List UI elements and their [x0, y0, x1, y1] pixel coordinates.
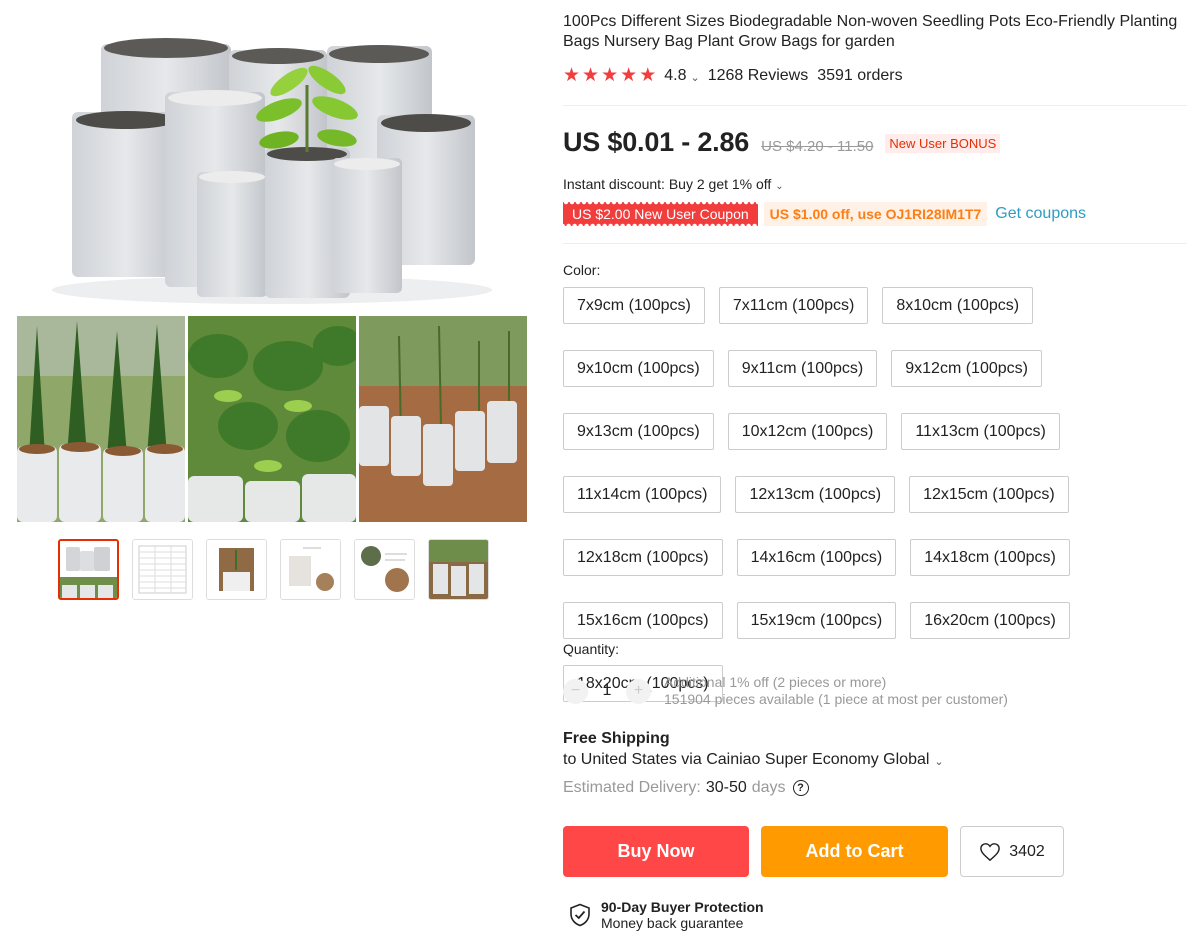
nursery-photo-3[interactable] [359, 316, 527, 522]
star-icon: ★ [601, 65, 619, 86]
size-option[interactable]: 7x11cm (100pcs) [718, 287, 869, 324]
size-option[interactable]: 7x9cm (100pcs) [563, 287, 705, 324]
product-gallery [0, 0, 545, 620]
buyer-protection: 90-Day Buyer Protection Money back guara… [569, 899, 764, 931]
size-option[interactable]: 14x16cm (100pcs) [736, 539, 897, 576]
chevron-down-icon[interactable]: ⌄ [690, 71, 699, 84]
size-option[interactable]: 15x19cm (100pcs) [736, 602, 897, 639]
star-icon: ★ [582, 65, 600, 86]
coupon-row: US $2.00 New User Coupon US $1.00 off, u… [563, 202, 1086, 226]
quantity-input[interactable]: 1 [588, 682, 626, 700]
new-user-bonus-badge: New User BONUS [885, 134, 1001, 153]
thumbnail-1[interactable] [58, 539, 119, 600]
stock-availability: 151904 pieces available (1 piece at most… [664, 691, 1008, 707]
orders-count: 3591 orders [817, 67, 903, 84]
wishlist-button[interactable]: 3402 [960, 826, 1064, 877]
divider [563, 243, 1187, 244]
size-option[interactable]: 16x20cm (100pcs) [910, 602, 1070, 639]
estimated-delivery: Estimated Delivery: 30-50 days ? [563, 779, 809, 797]
protection-subtitle: Money back guarantee [601, 915, 744, 931]
chevron-down-icon: ⌄ [934, 755, 944, 768]
shipping-method[interactable]: to United States via Cainiao Super Econo… [563, 751, 952, 769]
size-option[interactable]: 8x10cm (100pcs) [882, 287, 1034, 324]
main-product-image[interactable] [17, 0, 527, 310]
thumbnail-6[interactable] [428, 539, 489, 600]
thumbnail-strip [58, 539, 489, 600]
size-option[interactable]: 9x10cm (100pcs) [563, 350, 714, 387]
purchase-actions: Buy Now Add to Cart 3402 [563, 826, 1064, 877]
sub-image-strip [17, 316, 527, 522]
wishlist-count: 3402 [1009, 842, 1045, 860]
price-row: US $0.01 - 2.86 US $4.20 - 11.50 New Use… [563, 127, 1001, 158]
size-option[interactable]: 9x13cm (100pcs) [563, 413, 714, 450]
increase-quantity-button[interactable]: + [626, 678, 651, 704]
size-option[interactable]: 10x12cm (100pcs) [727, 413, 888, 450]
size-options: 7x9cm (100pcs) 7x11cm (100pcs) 8x10cm (1… [563, 287, 1123, 702]
thumbnail-5[interactable] [354, 539, 415, 600]
star-icon: ★ [639, 65, 657, 86]
size-option[interactable]: 12x13cm (100pcs) [735, 476, 896, 513]
size-option[interactable]: 15x16cm (100pcs) [563, 602, 723, 639]
color-label: Color: [563, 262, 601, 278]
get-coupons-link[interactable]: Get coupons [995, 205, 1086, 223]
star-rating: ★ ★ ★ ★ ★ [563, 66, 656, 86]
delivery-unit: days [751, 779, 786, 796]
new-user-coupon[interactable]: US $2.00 New User Coupon [563, 202, 758, 226]
size-option[interactable]: 11x13cm (100pcs) [901, 413, 1060, 450]
shipping-title: Free Shipping [563, 730, 670, 747]
quantity-stepper: − 1 + Additional 1% off (2 pieces or mor… [563, 674, 1008, 708]
thumbnail-2[interactable] [132, 539, 193, 600]
size-option[interactable]: 12x18cm (100pcs) [563, 539, 723, 576]
size-option[interactable]: 12x15cm (100pcs) [909, 476, 1069, 513]
current-price: US $0.01 - 2.86 [563, 127, 750, 157]
instant-discount[interactable]: Instant discount: Buy 2 get 1% off ⌄ [563, 176, 792, 192]
thumbnail-4[interactable] [280, 539, 341, 600]
original-price: US $4.20 - 11.50 [761, 138, 874, 155]
size-option[interactable]: 9x11cm (100pcs) [727, 350, 878, 387]
delivery-label: Estimated Delivery: [563, 779, 701, 796]
grow-bags-illustration [52, 38, 492, 304]
star-icon: ★ [620, 65, 638, 86]
shipping-destination: to United States via Cainiao Super Econo… [563, 751, 930, 768]
size-option[interactable]: 11x14cm (100pcs) [563, 476, 722, 513]
product-title: 100Pcs Different Sizes Biodegradable Non… [563, 13, 1178, 50]
add-to-cart-button[interactable]: Add to Cart [761, 826, 948, 877]
star-icon: ★ [563, 65, 581, 86]
protection-title: 90-Day Buyer Protection [601, 899, 764, 915]
decrease-quantity-button[interactable]: − [563, 678, 588, 704]
quantity-label: Quantity: [563, 641, 620, 657]
divider [563, 105, 1187, 106]
size-option[interactable]: 9x12cm (100pcs) [891, 350, 1042, 387]
promo-code-coupon[interactable]: US $1.00 off, use OJ1RI28IM1T7 [763, 202, 988, 226]
buy-now-button[interactable]: Buy Now [563, 826, 749, 877]
thumbnail-3[interactable] [206, 539, 267, 600]
question-icon[interactable]: ? [792, 780, 809, 796]
chevron-down-icon: ⌄ [775, 181, 784, 192]
reviews-link[interactable]: 1268 Reviews [708, 67, 809, 85]
bulk-discount-note: Additional 1% off (2 pieces or more) [664, 674, 887, 690]
heart-icon [980, 842, 1001, 861]
nursery-photo-1[interactable] [17, 316, 185, 522]
shield-check-icon [570, 903, 590, 927]
delivery-days: 30-50 [705, 779, 747, 796]
nursery-photo-2[interactable] [188, 316, 356, 522]
instant-discount-text: Instant discount: Buy 2 get 1% off [563, 176, 772, 192]
quantity-info: Additional 1% off (2 pieces or more) 151… [664, 674, 1008, 708]
rating-row: ★ ★ ★ ★ ★ 4.8 ⌄ 1268 Reviews 3591 orders [563, 66, 903, 86]
rating-value[interactable]: 4.8 [664, 67, 686, 85]
size-option[interactable]: 14x18cm (100pcs) [910, 539, 1070, 576]
